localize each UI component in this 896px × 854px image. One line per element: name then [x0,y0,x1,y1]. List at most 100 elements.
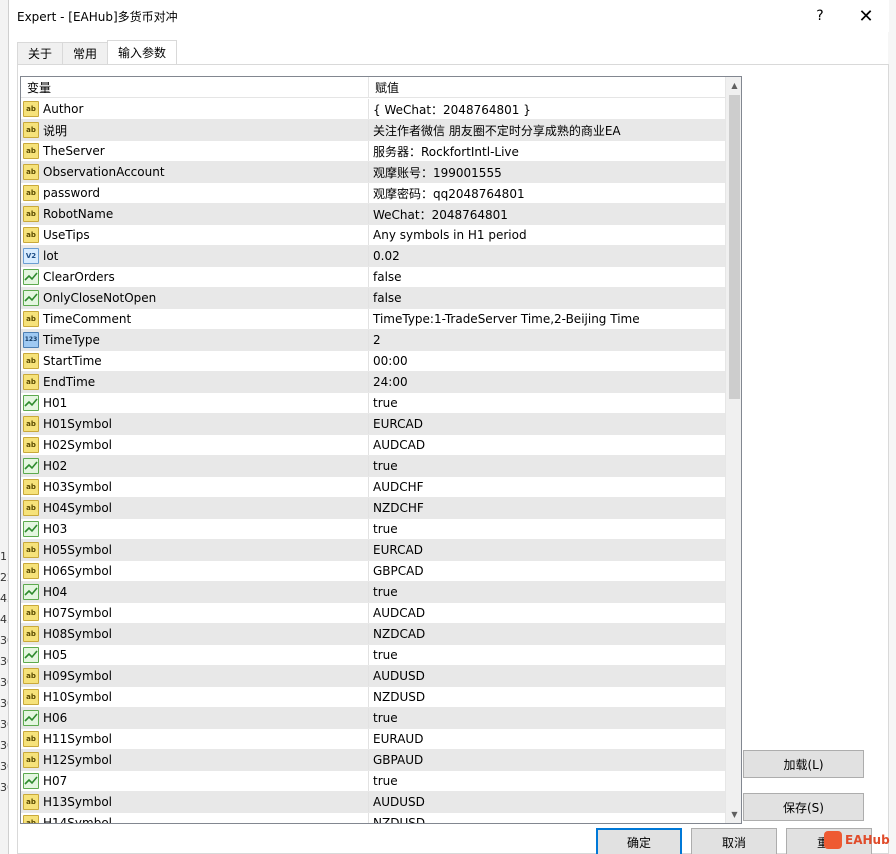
variable-name: UseTips [43,228,90,242]
help-button[interactable]: ? [797,0,843,32]
table-row[interactable]: ab H08Symbol NZDCAD [21,624,725,645]
table-row[interactable]: ab UseTips Any symbols in H1 period [21,225,725,246]
value-cell[interactable]: 关注作者微信 朋友圈不定时分享成熟的商业EA [369,120,725,140]
variable-name: H08Symbol [43,627,112,641]
table-row[interactable]: ab password 观摩密码：qq2048764801 [21,183,725,204]
table-row[interactable]: H07 true [21,771,725,792]
variable-name: TheServer [43,144,105,158]
table-row[interactable]: ab H06Symbol GBPCAD [21,561,725,582]
save-button[interactable]: 保存(S) [743,793,864,821]
value-cell[interactable]: EURCAD [369,414,725,434]
value-cell[interactable]: EURAUD [369,729,725,749]
variable-name: H11Symbol [43,732,112,746]
table-row[interactable]: ab TimeComment TimeType:1-TradeServer Time… [21,309,725,330]
value-cell[interactable]: GBPCAD [369,561,725,581]
value-cell[interactable]: 0.02 [369,246,725,266]
value-cell[interactable]: true [369,708,725,728]
load-button[interactable]: 加载(L) [743,750,864,778]
column-header-value[interactable]: 赋值 [369,77,725,98]
table-row[interactable]: H04 true [21,582,725,603]
table-row[interactable]: ab H14Symbol NZDUSD [21,813,725,823]
tab-inputs[interactable]: 输入参数 [107,40,178,64]
table-row[interactable]: ab H07Symbol AUDCAD [21,603,725,624]
table-row[interactable]: ab H11Symbol EURAUD [21,729,725,750]
table-row[interactable]: ab Author { WeChat：2048764801 } [21,99,725,120]
value-cell[interactable]: true [369,519,725,539]
table-row[interactable]: ab TheServer 服务器：RockfortIntl-Live [21,141,725,162]
table-row[interactable]: H02 true [21,456,725,477]
value-cell[interactable]: true [369,393,725,413]
table-row[interactable]: H05 true [21,645,725,666]
variable-cell: H03 [21,519,369,539]
value-cell[interactable]: 00:00 [369,351,725,371]
bool-type-icon [23,584,39,600]
value-cell[interactable]: 观摩密码：qq2048764801 [369,183,725,203]
table-row[interactable]: ab H10Symbol NZDUSD [21,687,725,708]
bool-type-icon [23,521,39,537]
table-row[interactable]: ab EndTime 24:00 [21,372,725,393]
value-cell[interactable]: true [369,456,725,476]
value-cell[interactable]: { WeChat：2048764801 } [369,99,725,119]
table-row[interactable]: ab H03Symbol AUDCHF [21,477,725,498]
variable-name: OnlyCloseNotOpen [43,291,157,305]
table-row[interactable]: ClearOrders false [21,267,725,288]
variable-cell: ab H03Symbol [21,477,369,497]
table-row[interactable]: ab RobotName WeChat：2048764801 [21,204,725,225]
value-cell[interactable]: AUDCAD [369,435,725,455]
value-cell[interactable]: 服务器：RockfortIntl-Live [369,141,725,161]
table-row[interactable]: ab H04Symbol NZDCHF [21,498,725,519]
variable-name: EndTime [43,375,96,389]
title-bar: Expert - [EAHub]多货币对冲 ? ✕ [9,0,889,32]
value-cell[interactable]: false [369,288,725,308]
table-row[interactable]: H06 true [21,708,725,729]
ok-button[interactable]: 确定 [596,828,682,854]
value-cell[interactable]: Any symbols in H1 period [369,225,725,245]
tab-common[interactable]: 常用 [62,42,109,64]
value-cell[interactable]: 观摩账号：199001555 [369,162,725,182]
table-row[interactable]: ab H13Symbol AUDUSD [21,792,725,813]
table-row[interactable]: ab H09Symbol AUDUSD [21,666,725,687]
value-cell[interactable]: NZDUSD [369,687,725,707]
value-cell[interactable]: AUDCAD [369,603,725,623]
table-row[interactable]: H03 true [21,519,725,540]
table-row[interactable]: ab H05Symbol EURCAD [21,540,725,561]
value-cell[interactable]: 2 [369,330,725,350]
value-cell[interactable]: AUDCHF [369,477,725,497]
close-button[interactable]: ✕ [843,0,889,32]
tab-about[interactable]: 关于 [17,42,64,64]
table-row[interactable]: ab StartTime 00:00 [21,351,725,372]
value-cell[interactable]: true [369,645,725,665]
value-cell[interactable]: 24:00 [369,372,725,392]
table-row[interactable]: H01 true [21,393,725,414]
variable-cell: ClearOrders [21,267,369,287]
value-cell[interactable]: true [369,771,725,791]
scroll-down-icon[interactable]: ▼ [726,806,741,823]
table-row[interactable]: ab ObservationAccount 观摩账号：199001555 [21,162,725,183]
variable-cell: V2 lot [21,246,369,266]
value-cell[interactable]: WeChat：2048764801 [369,204,725,224]
value-cell[interactable]: AUDUSD [369,792,725,812]
value-cell[interactable]: EURCAD [369,540,725,560]
value-cell[interactable]: true [369,582,725,602]
table-row[interactable]: OnlyCloseNotOpen false [21,288,725,309]
table-row[interactable]: ab H01Symbol EURCAD [21,414,725,435]
value-cell[interactable]: NZDCHF [369,498,725,518]
value-cell[interactable]: TimeType:1-TradeServer Time,2-Beijing Ti… [369,309,725,329]
table-row[interactable]: ab H12Symbol GBPAUD [21,750,725,771]
scroll-up-icon[interactable]: ▲ [726,77,741,94]
bool-type-icon [23,647,39,663]
value-cell[interactable]: NZDUSD [369,813,725,823]
column-header-variable[interactable]: 变量 [21,77,369,98]
table-row[interactable]: 123 TimeType 2 [21,330,725,351]
value-cell[interactable]: AUDUSD [369,666,725,686]
value-cell[interactable]: false [369,267,725,287]
value-cell[interactable]: NZDCAD [369,624,725,644]
cancel-button[interactable]: 取消 [691,828,777,854]
vertical-scrollbar[interactable]: ▲ ▼ [725,77,741,823]
table-row[interactable]: ab 说明 关注作者微信 朋友圈不定时分享成熟的商业EA [21,120,725,141]
value-cell[interactable]: GBPAUD [369,750,725,770]
scroll-thumb[interactable] [729,95,740,399]
eahub-watermark: EAHub [824,829,890,851]
table-row[interactable]: V2 lot 0.02 [21,246,725,267]
table-row[interactable]: ab H02Symbol AUDCAD [21,435,725,456]
